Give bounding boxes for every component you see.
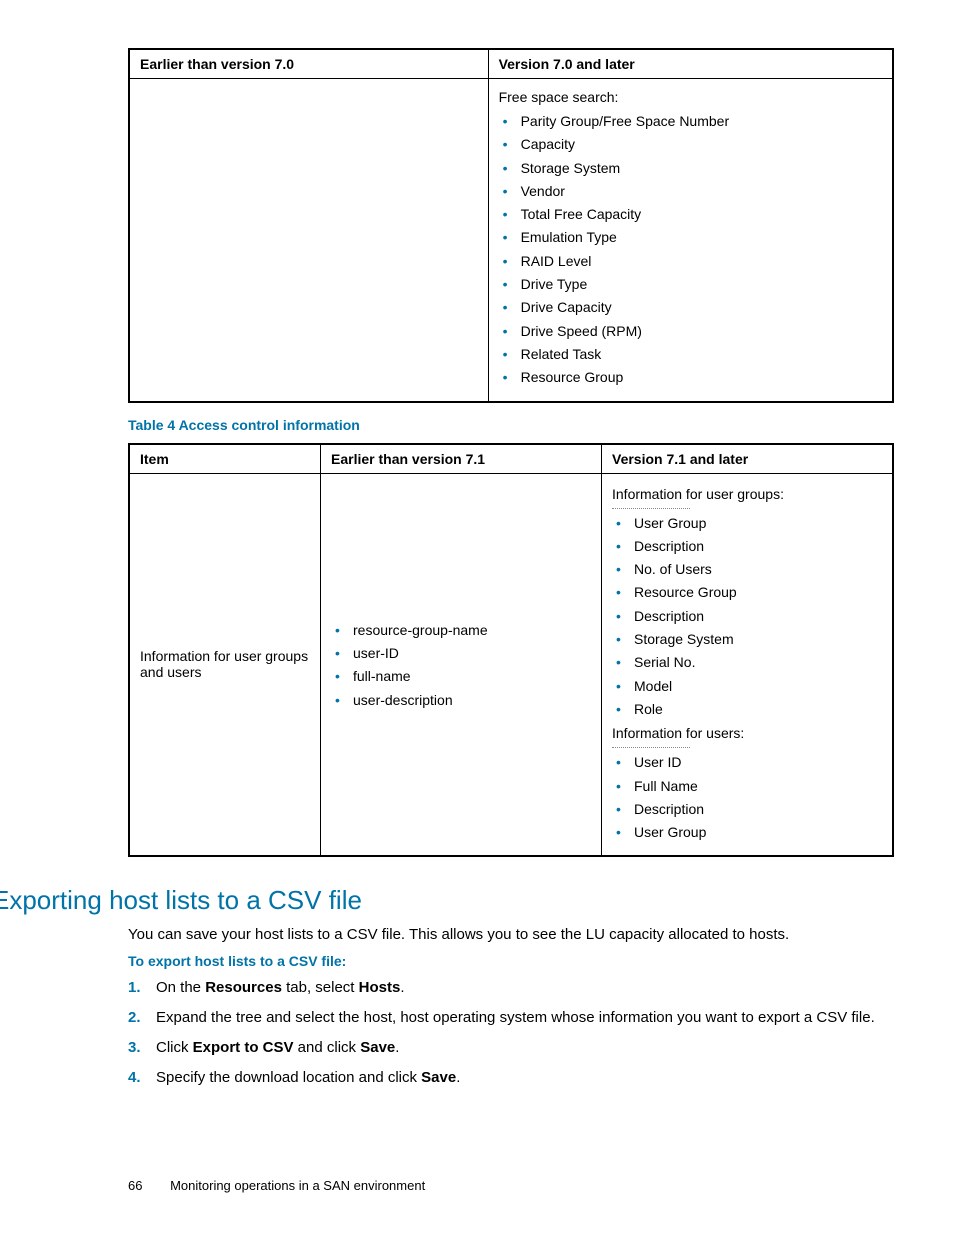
user-groups-list: User Group Description No. of Users Reso… (612, 513, 882, 720)
th-later70: Version 7.0 and later (488, 49, 893, 79)
list-item: Storage System (499, 158, 882, 178)
step-2: Expand the tree and select the host, hos… (128, 1007, 894, 1029)
user-groups-intro: Information for user groups: (612, 486, 882, 502)
list-item: No. of Users (612, 559, 882, 579)
list-item: RAID Level (499, 251, 882, 271)
table-access-control: Item Earlier than version 7.1 Version 7.… (128, 443, 894, 858)
list-item: Parity Group/Free Space Number (499, 111, 882, 131)
list-item: full-name (331, 666, 591, 686)
table-version70: Earlier than version 7.0 Version 7.0 and… (128, 48, 894, 403)
step-1: On the Resources tab, select Hosts. (128, 977, 894, 999)
list-item: User Group (612, 822, 882, 842)
list-item: User ID (612, 752, 882, 772)
list-item: Emulation Type (499, 227, 882, 247)
text: and click (294, 1039, 361, 1056)
list-item: Drive Type (499, 274, 882, 294)
text: Click (156, 1039, 193, 1056)
th-earlier70: Earlier than version 7.0 (129, 49, 488, 79)
list-item: Full Name (612, 776, 882, 796)
list-item: Related Task (499, 344, 882, 364)
text: . (400, 979, 404, 996)
bold: Export to CSV (193, 1039, 294, 1056)
list-item: Capacity (499, 134, 882, 154)
text: Specify the download location and click (156, 1069, 421, 1086)
td-earlier71: resource-group-name user-ID full-name us… (321, 473, 602, 856)
page-number: 66 (128, 1178, 142, 1193)
step-3: Click Export to CSV and click Save. (128, 1037, 894, 1059)
list-item: Drive Speed (RPM) (499, 321, 882, 341)
text: . (456, 1069, 460, 1086)
bold: Resources (205, 979, 282, 996)
td-item: Information for user groups and users (129, 473, 321, 856)
divider (612, 747, 690, 748)
list-item: Resource Group (499, 367, 882, 387)
earlier71-list: resource-group-name user-ID full-name us… (331, 620, 591, 710)
td-earlier70-empty (129, 79, 488, 402)
section-paragraph: You can save your host lists to a CSV fi… (128, 926, 894, 943)
page-footer: 66 Monitoring operations in a SAN enviro… (128, 1178, 894, 1193)
list-item: Total Free Capacity (499, 204, 882, 224)
footer-title: Monitoring operations in a SAN environme… (170, 1178, 425, 1193)
list-item: user-description (331, 690, 591, 710)
free-space-list: Parity Group/Free Space Number Capacity … (499, 111, 882, 388)
section-heading: Exporting host lists to a CSV file (0, 885, 894, 916)
list-item: Description (612, 799, 882, 819)
list-item: Storage System (612, 629, 882, 649)
list-item: Resource Group (612, 582, 882, 602)
step-4: Specify the download location and click … (128, 1067, 894, 1089)
free-space-intro: Free space search: (499, 89, 882, 105)
list-item: resource-group-name (331, 620, 591, 640)
bold: Hosts (359, 979, 401, 996)
bold: Save (360, 1039, 395, 1056)
divider (612, 508, 690, 509)
list-item: user-ID (331, 643, 591, 663)
list-item: Description (612, 536, 882, 556)
list-item: User Group (612, 513, 882, 533)
list-item: Role (612, 699, 882, 719)
list-item: Drive Capacity (499, 297, 882, 317)
td-later70-content: Free space search: Parity Group/Free Spa… (488, 79, 893, 402)
th-item: Item (129, 444, 321, 474)
table4-caption: Table 4 Access control information (128, 417, 894, 433)
th-earlier71: Earlier than version 7.1 (321, 444, 602, 474)
list-item: Description (612, 606, 882, 626)
users-list: User ID Full Name Description User Group (612, 752, 882, 842)
text: tab, select (282, 979, 359, 996)
users-intro: Information for users: (612, 725, 882, 741)
text: On the (156, 979, 205, 996)
bold: Save (421, 1069, 456, 1086)
list-item: Serial No. (612, 652, 882, 672)
td-later71: Information for user groups: User Group … (602, 473, 894, 856)
text: . (395, 1039, 399, 1056)
list-item: Vendor (499, 181, 882, 201)
list-item: Model (612, 676, 882, 696)
th-later71: Version 7.1 and later (602, 444, 894, 474)
procedure-steps: On the Resources tab, select Hosts. Expa… (128, 977, 894, 1088)
procedure-heading: To export host lists to a CSV file: (128, 953, 894, 969)
